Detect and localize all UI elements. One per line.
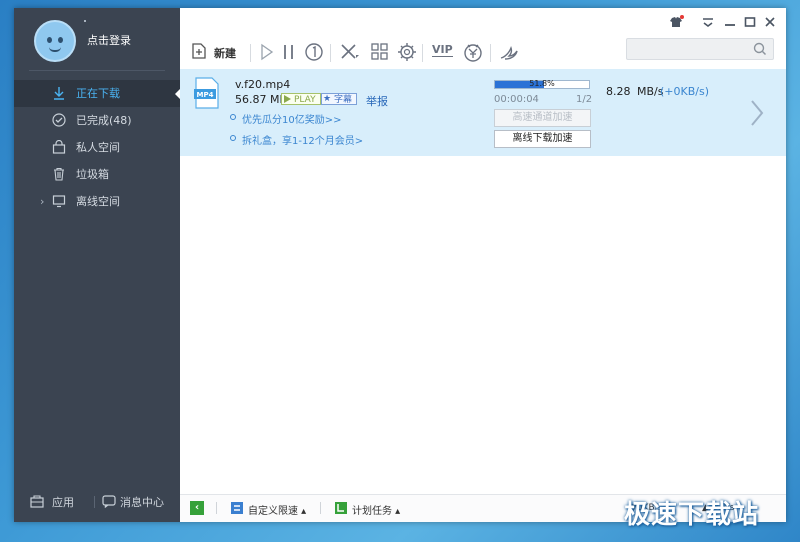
bullet-icon	[230, 114, 236, 120]
elapsed-time: 00:00:04	[494, 94, 539, 105]
new-task-button[interactable]: 新建	[190, 40, 246, 64]
play-badge[interactable]: PLAY	[281, 93, 321, 105]
toolbar: 新建 VIP	[180, 36, 786, 70]
search-icon[interactable]	[753, 42, 767, 56]
sidebar-item-private-space[interactable]: 私人空间	[14, 134, 180, 161]
custom-speed-label: 自定义限速	[248, 506, 298, 517]
app-window: 点击登录 正在下载 已完成(48) 私人空间 垃圾箱 › 离线空间 应用 消息中…	[14, 8, 786, 522]
bullet-icon	[230, 135, 236, 141]
download-speed: 8.28	[606, 85, 631, 98]
sidebar-item-label: 垃圾箱	[76, 168, 109, 181]
money-icon[interactable]	[462, 40, 484, 64]
status-divider	[216, 502, 217, 514]
sidebar-divider	[29, 70, 165, 71]
avatar-eye-icon	[58, 37, 63, 43]
grid-icon[interactable]	[370, 40, 390, 64]
progress-bar: 51.8%	[494, 79, 590, 89]
new-file-icon	[192, 43, 206, 59]
sidebar-item-label: 私人空间	[76, 141, 120, 154]
chevron-right-icon[interactable]	[750, 99, 764, 127]
status-divider	[320, 502, 321, 514]
menu-icon[interactable]	[700, 14, 716, 30]
report-link[interactable]: 举报	[366, 93, 388, 109]
sidebar: 点击登录 正在下载 已完成(48) 私人空间 垃圾箱 › 离线空间 应用 消息中…	[14, 8, 181, 522]
speed-limit-icon	[231, 502, 243, 514]
check-circle-icon	[52, 113, 66, 127]
offline-monitor-icon	[52, 195, 66, 208]
vip-label: VIP	[432, 43, 453, 57]
delete-icon[interactable]	[338, 40, 362, 64]
subtitle-badge[interactable]: ★ 字幕	[321, 93, 358, 105]
file-size: 56.87 MB	[235, 93, 288, 106]
minimize-icon[interactable]	[722, 14, 738, 30]
schedule-label: 计划任务	[352, 506, 392, 517]
toolbar-divider	[422, 44, 423, 62]
close-icon[interactable]	[762, 14, 778, 30]
footer-divider	[94, 496, 95, 508]
sidebar-item-label: 已完成(48)	[76, 114, 132, 127]
parts-count: 1/2	[576, 94, 593, 105]
offline-accel-button[interactable]: 离线下载加速	[494, 130, 591, 148]
promo-text: 拆礼盒，享1-12个月会员>	[242, 136, 364, 147]
main-panel: 新建 VIP MP4 v.f20.mp4 56.87 MB PLAY ★ 字幕 …	[180, 8, 786, 522]
pause-icon[interactable]	[280, 40, 298, 64]
sidebar-item-offline-space[interactable]: › 离线空间	[14, 188, 180, 215]
mp4-file-icon: MP4	[194, 77, 219, 109]
maximize-icon[interactable]	[742, 14, 758, 30]
watermark: 极速下载站	[624, 500, 760, 530]
message-icon	[102, 495, 116, 508]
sidebar-item-label: 离线空间	[76, 195, 120, 208]
sidebar-item-label: 正在下载	[76, 87, 120, 100]
status-dot	[84, 20, 86, 22]
custom-speed-limit-button[interactable]: 自定义限速 ▴	[248, 502, 306, 517]
avatar-mouth-icon	[49, 47, 61, 52]
message-center-button[interactable]: 消息中心	[120, 494, 164, 510]
download-row[interactable]: MP4 v.f20.mp4 56.87 MB PLAY ★ 字幕 举报 优先瓜分1…	[180, 69, 786, 156]
schedule-icon	[335, 502, 347, 514]
trash-icon	[54, 167, 64, 181]
subtitle-label: 字幕	[334, 95, 353, 105]
file-name: v.f20.mp4	[235, 78, 291, 91]
high-speed-channel-button[interactable]: 高速通道加速	[494, 109, 591, 127]
bird-icon[interactable]	[498, 40, 520, 64]
sidebar-item-trash[interactable]: 垃圾箱	[14, 161, 180, 188]
schedule-task-button[interactable]: 计划任务 ▴	[352, 502, 400, 517]
sidebar-footer: 应用 消息中心	[14, 490, 180, 514]
sidebar-item-completed[interactable]: 已完成(48)	[14, 107, 180, 134]
new-task-label: 新建	[214, 47, 236, 60]
sidebar-item-downloading[interactable]: 正在下载	[14, 80, 181, 107]
lock-box-icon	[52, 140, 66, 154]
progress-percent: 51.8%	[529, 79, 555, 88]
avatar[interactable]	[34, 20, 76, 62]
file-type-label: MP4	[197, 91, 214, 99]
chevron-right-icon[interactable]: ›	[40, 188, 44, 215]
speed-boost: (+0KB/s)	[660, 85, 709, 98]
play-icon[interactable]	[258, 40, 276, 64]
vip-icon[interactable]: VIP	[430, 40, 454, 64]
toolbar-divider	[330, 44, 331, 62]
download-arrow-icon	[54, 87, 64, 100]
promo-text: 优先瓜分10亿奖励>>	[242, 115, 342, 126]
avatar-eye-icon	[47, 37, 52, 43]
search-input[interactable]	[626, 38, 774, 60]
info-icon[interactable]	[304, 40, 324, 64]
toolbar-divider	[250, 44, 251, 62]
star-icon: ★	[323, 94, 332, 104]
toolbar-divider	[490, 44, 491, 62]
collapse-icon[interactable]: ‹	[190, 501, 204, 515]
sidebar-nav: 正在下载 已完成(48) 私人空间 垃圾箱 › 离线空间	[14, 80, 181, 215]
settings-icon[interactable]	[396, 40, 418, 64]
window-controls	[668, 14, 778, 32]
apps-button[interactable]: 应用	[52, 494, 74, 510]
apps-icon	[30, 495, 44, 508]
skin-shirt-icon[interactable]	[668, 14, 684, 30]
login-link[interactable]: 点击登录	[87, 32, 131, 48]
